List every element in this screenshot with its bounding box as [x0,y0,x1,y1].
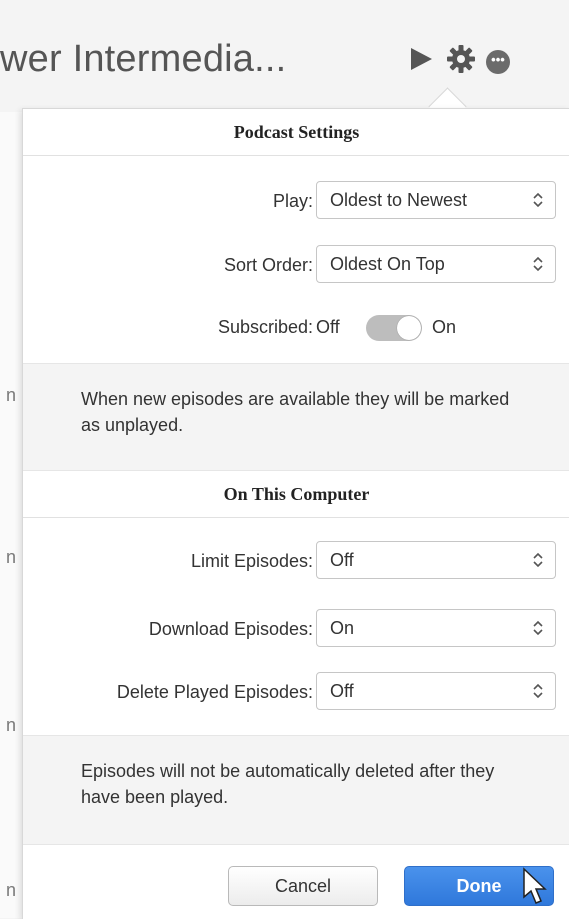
download-episodes-label: Download Episodes: [148,619,313,639]
podcast-settings-popover: Podcast Settings Play: Oldest to Newest … [22,108,569,919]
chevron-updown-icon [533,620,543,636]
play-row: Play: Oldest to Newest [23,181,569,221]
list-item: n [6,715,17,735]
chevron-updown-icon [533,192,543,208]
limit-episodes-label: Limit Episodes: [190,551,313,571]
download-episodes-row: Download Episodes: On [23,609,569,649]
subscribed-toggle[interactable] [366,315,422,341]
subscription-note: When new episodes are available they wil… [23,363,569,471]
toggle-on-label: On [432,317,457,337]
chevron-updown-icon [533,552,543,568]
episode-list-edge [0,112,22,918]
delete-note: Episodes will not be automatically delet… [23,735,569,845]
gear-icon[interactable] [446,44,476,74]
podcast-settings-header: Podcast Settings [23,109,569,156]
sort-order-row: Sort Order: Oldest On Top [23,245,569,285]
delete-note-text: Episodes will not be automatically delet… [81,761,495,807]
download-episodes-value: On [330,618,355,638]
list-item: n [6,547,17,567]
limit-episodes-value: Off [330,550,354,570]
more-icon[interactable]: ••• [486,50,510,74]
play-icon[interactable] [408,46,434,72]
chevron-updown-icon [533,683,543,699]
cursor-icon [523,867,547,904]
delete-played-label: Delete Played Episodes: [116,682,313,702]
sort-order-label: Sort Order: [223,255,313,275]
podcast-title: wer Intermedia... [0,38,287,80]
cancel-button[interactable]: Cancel [228,866,378,906]
toggle-off-label: Off [316,317,340,337]
sort-order-select[interactable]: Oldest On Top [316,245,556,283]
play-order-value: Oldest to Newest [330,190,468,210]
limit-episodes-row: Limit Episodes: Off [23,541,569,581]
toggle-knob [397,316,421,340]
on-this-computer-header: On This Computer [23,471,569,518]
list-item: n [6,880,17,900]
subscribed-label: Subscribed: [217,317,313,337]
list-item: n [6,385,17,405]
delete-played-row: Delete Played Episodes: Off [23,672,569,712]
download-episodes-select[interactable]: On [316,609,556,647]
limit-episodes-select[interactable]: Off [316,541,556,579]
play-label: Play: [272,191,313,211]
delete-played-select[interactable]: Off [316,672,556,710]
delete-played-value: Off [330,681,354,701]
chevron-updown-icon [533,256,543,272]
subscription-note-text: When new episodes are available they wil… [81,389,510,435]
play-order-select[interactable]: Oldest to Newest [316,181,556,219]
subscribed-row: Subscribed: Off On [23,307,569,347]
sort-order-value: Oldest On Top [330,254,445,274]
